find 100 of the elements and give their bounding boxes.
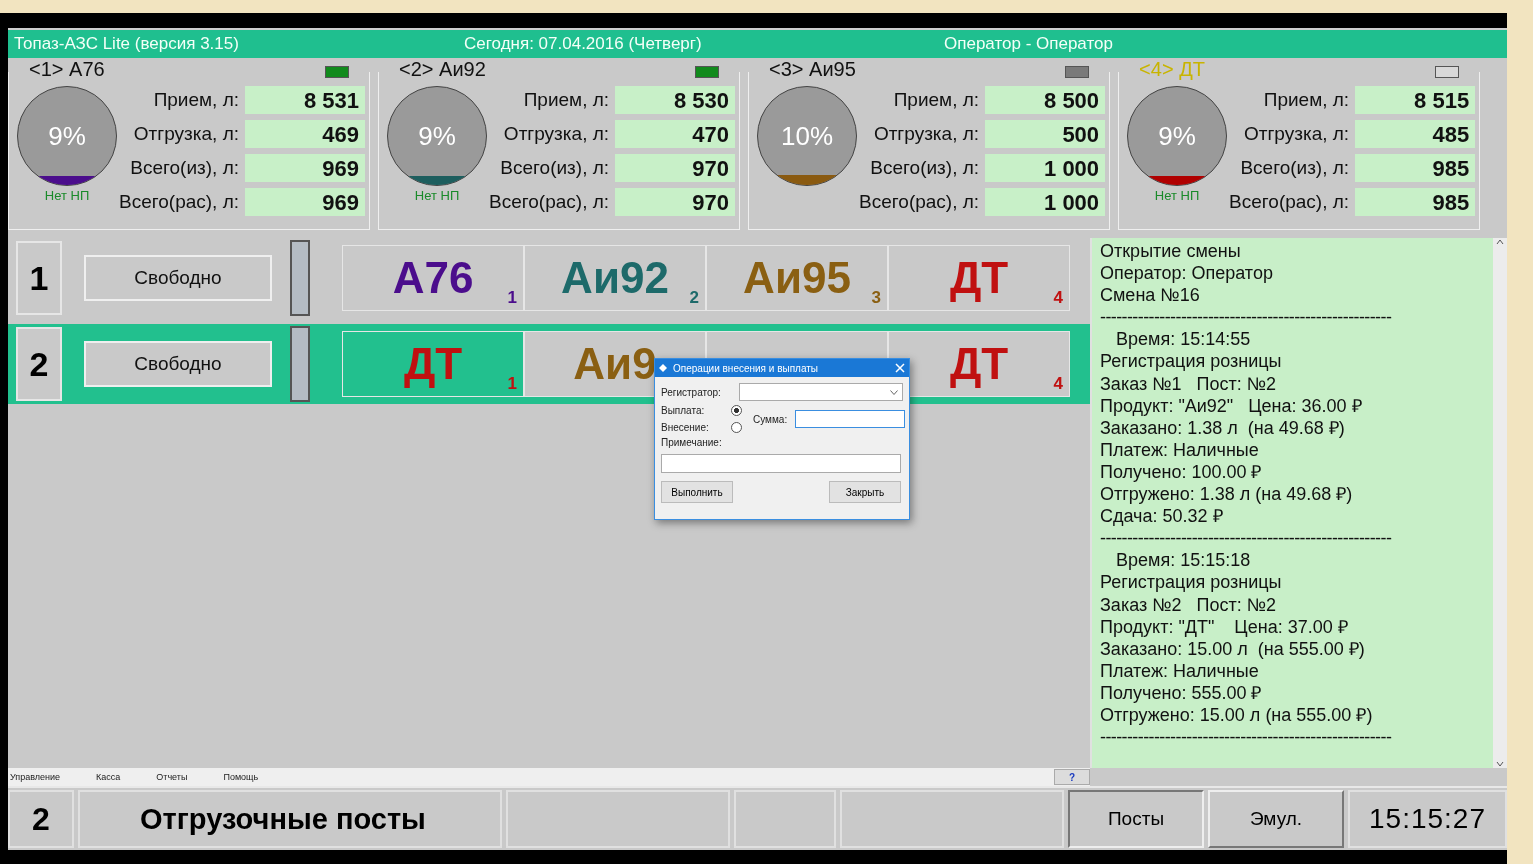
post-number: 2 [16, 327, 62, 401]
nozzle-index: 4 [1053, 374, 1063, 394]
tank-field-value: 8 530 [615, 86, 736, 114]
tank-field-label: Всего(рас), л: [489, 191, 610, 213]
tank-field-value: 500 [985, 120, 1106, 148]
help-button[interactable]: ? [1054, 769, 1090, 785]
log-line: Регистрация розницы [1100, 350, 1283, 373]
log-line: Платеж: Наличные [1100, 438, 1260, 461]
no-fuel-label: Нет НП [44, 188, 90, 203]
separator-line: ------------------------------------------------------ [1100, 306, 1393, 329]
nozzle-button[interactable]: Аи92 2 [524, 245, 706, 311]
tank-field-label: Отгрузка, л: [1243, 123, 1350, 145]
tank-field-label: Всего(из), л: [1240, 157, 1350, 179]
tank-field-value: 969 [245, 188, 366, 216]
tank-field-label: Всего(из), л: [870, 157, 980, 179]
log-line: Заказано: 1.38 л (на 49.68 ₽) [1100, 416, 1346, 439]
app-icon [659, 364, 667, 372]
log-line: Платеж: Наличные [1100, 659, 1260, 682]
app-title: Топаз-АЗС Lite (версия 3.15) [14, 34, 240, 54]
tank-field-value: 8 515 [1355, 86, 1476, 114]
tank-field-label: Всего(рас), л: [1229, 191, 1350, 213]
status-bar-button[interactable]: Эмул. [1208, 790, 1344, 848]
tank-field-label: Отгрузка, л: [133, 123, 240, 145]
sum-label: Сумма: [753, 413, 788, 425]
log-line: Смена №16 [1100, 284, 1201, 307]
log-line: Заказ №1 Пост: №2 [1100, 372, 1278, 395]
tank-field-label: Прием, л: [1263, 89, 1350, 111]
nozzle-button[interactable]: ДТ 4 [888, 245, 1070, 311]
log-line: Открытие смены [1100, 240, 1242, 263]
tank-field-value: 470 [615, 120, 736, 148]
fill-percent: 10% [781, 120, 834, 152]
log-line: Регистрация розницы [1100, 571, 1283, 594]
log-line: Получено: 555.00 ₽ [1100, 681, 1263, 704]
log-line: Получено: 100.00 ₽ [1100, 460, 1263, 484]
clock: 15:15:27 [1348, 790, 1507, 848]
tank-field-label: Отгрузка, л: [873, 123, 980, 145]
radio-button[interactable] [731, 422, 742, 433]
fill-percent: 9% [418, 120, 456, 152]
tank-field-label: Всего(из), л: [500, 157, 610, 179]
tank-field-value: 1 000 [985, 154, 1106, 182]
tank-field-label: Прием, л: [523, 89, 610, 111]
log-line: Время: 15:14:55 [1115, 328, 1252, 351]
post-row[interactable]: 1 Свободно А76 1 Аи92 2 Аи95 3 ДТ 4 [8, 238, 1090, 318]
fill-percent: 9% [48, 120, 86, 152]
status-bar-button[interactable]: Посты [1068, 790, 1204, 848]
log-line: Время: 15:15:18 [1115, 549, 1252, 572]
tank-field-value: 969 [245, 154, 366, 182]
log-line: Сдача: 50.32 ₽ [1100, 505, 1224, 528]
note-field[interactable] [661, 454, 901, 473]
radio-label: Выплата: [661, 405, 706, 416]
log-line: Продукт: "Аи92" Цена: 36.00 ₽ [1100, 394, 1363, 417]
fill-percent: 9% [1158, 120, 1196, 152]
scroll-up-icon[interactable] [1495, 238, 1505, 246]
nozzle-index: 1 [507, 374, 517, 394]
tank-field-value: 8 500 [985, 86, 1106, 114]
nozzle-index: 1 [507, 288, 517, 308]
radio-button[interactable] [731, 405, 742, 416]
tank-field-label: Всего(из), л: [130, 157, 240, 179]
nozzle-index: 4 [1053, 288, 1063, 308]
scrollbar[interactable] [1493, 238, 1507, 768]
log-line: Оператор: Оператор [1100, 262, 1274, 285]
log-line: Продукт: "ДТ" Цена: 37.00 ₽ [1100, 615, 1349, 638]
post-status-button[interactable]: Свободно [84, 341, 272, 387]
menu-item[interactable]: Управление [10, 772, 61, 782]
tank-field-value: 485 [1355, 120, 1476, 148]
note-label: Примечание: [661, 437, 723, 448]
dialog-button[interactable]: Выполнить [661, 481, 733, 503]
menu-item[interactable]: Касса [96, 772, 121, 782]
tank-field-value: 1 000 [985, 188, 1106, 216]
dialog-button[interactable]: Закрыть [829, 481, 901, 503]
tank-field-label: Прием, л: [153, 89, 240, 111]
menu-item[interactable]: Помощь [223, 772, 259, 782]
separator-line: ------------------------------------------------------ [1100, 527, 1393, 550]
nozzle-button[interactable]: ДТ 4 [888, 331, 1070, 397]
log-line: Заказ №2 Пост: №2 [1100, 593, 1278, 616]
close-icon[interactable] [895, 363, 905, 373]
chevron-down-icon [890, 390, 898, 395]
nozzle-index: 3 [871, 288, 881, 308]
screen-title: Отгрузочные посты [78, 790, 502, 848]
tank-field-value: 469 [245, 120, 366, 148]
log-line: Отгружено: 15.00 л (на 555.00 ₽) [1100, 703, 1374, 727]
tank-field-value: 985 [1355, 154, 1476, 182]
log-line: Заказано: 15.00 л (на 555.00 ₽) [1100, 637, 1366, 660]
nozzle-button[interactable]: А76 1 [342, 245, 524, 311]
tank-field-value: 985 [1355, 188, 1476, 216]
post-number: 1 [16, 241, 62, 315]
today-date: Сегодня: 07.04.2016 (Четверг) [464, 34, 703, 54]
nozzle-index: 2 [689, 288, 699, 308]
no-fuel-label: Нет НП [414, 188, 460, 203]
tank-field-value: 970 [615, 154, 736, 182]
scroll-down-icon[interactable] [1495, 760, 1505, 768]
post-count: 2 [8, 790, 74, 848]
operator-name: Оператор - Оператор [944, 34, 1114, 54]
tank-field-label: Всего(рас), л: [119, 191, 240, 213]
sum-field[interactable] [795, 410, 906, 428]
tank-field-label: Прием, л: [893, 89, 980, 111]
menu-item[interactable]: Отчеты [156, 772, 188, 782]
post-status-button[interactable]: Свободно [84, 255, 272, 301]
tank-field-label: Отгрузка, л: [503, 123, 610, 145]
radio-label: Внесение: [661, 422, 710, 433]
